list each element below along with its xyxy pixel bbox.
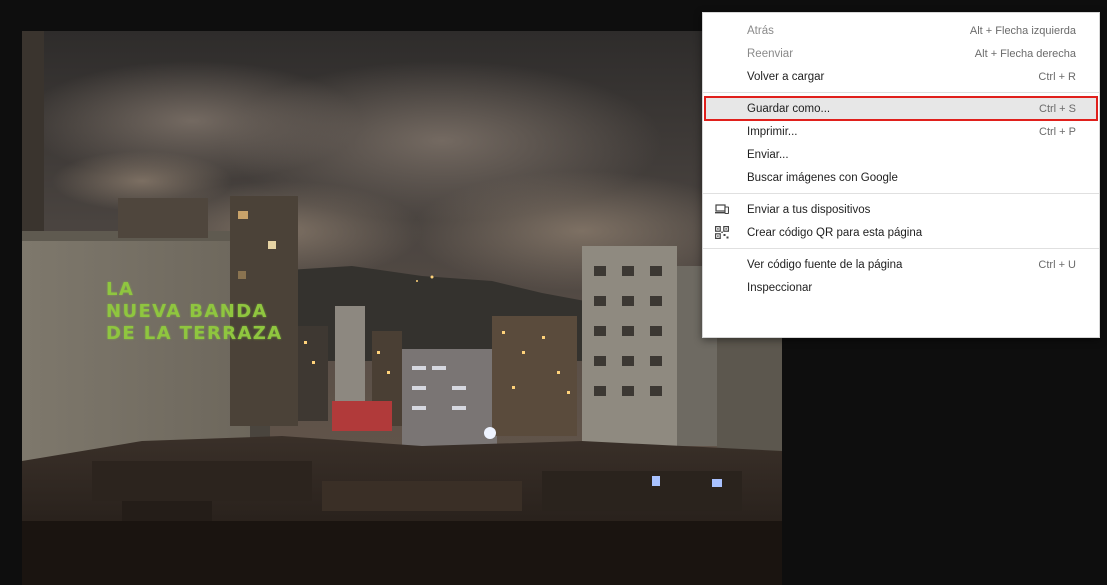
devices-icon: [715, 203, 730, 216]
menu-item-forward[interactable]: Reenviar Alt + Flecha derecha: [703, 42, 1099, 65]
menu-item-label: Enviar...: [747, 148, 789, 161]
menu-item-label: Guardar como...: [747, 102, 831, 115]
menu-item-inspect[interactable]: Inspeccionar: [703, 276, 1099, 299]
menu-item-view-source[interactable]: Ver código fuente de la página Ctrl + U: [703, 253, 1099, 276]
menu-separator: [703, 92, 1099, 93]
menu-item-send-to-devices[interactable]: Enviar a tus dispositivos: [703, 198, 1099, 221]
menu-item-send[interactable]: Enviar...: [703, 143, 1099, 166]
menu-item-shortcut: Alt + Flecha derecha: [974, 47, 1076, 60]
menu-item-shortcut: Ctrl + P: [1039, 125, 1076, 138]
menu-item-shortcut: Ctrl + U: [1038, 258, 1076, 271]
mural-line-3: DE LA TERRAZA: [106, 323, 283, 344]
mural-line-2: NUEVA BANDA: [106, 301, 268, 322]
menu-item-back[interactable]: Atrás Alt + Flecha izquierda: [703, 19, 1099, 42]
context-menu: Atrás Alt + Flecha izquierda Reenviar Al…: [702, 12, 1100, 338]
menu-item-shortcut: Alt + Flecha izquierda: [969, 24, 1076, 37]
screen: LA NUEVA BANDA DE LA TERRAZA Atrás Alt +…: [0, 0, 1107, 585]
menu-item-label: Imprimir...: [747, 125, 798, 138]
menu-item-label: Volver a cargar: [747, 70, 825, 83]
menu-item-shortcut: Ctrl + R: [1038, 70, 1076, 83]
menu-item-shortcut: Ctrl + S: [1039, 102, 1076, 115]
menu-item-label: Atrás: [747, 24, 774, 37]
menu-separator: [703, 248, 1099, 249]
menu-separator: [703, 193, 1099, 194]
menu-item-label: Enviar a tus dispositivos: [747, 203, 871, 216]
menu-item-label: Crear código QR para esta página: [747, 226, 923, 239]
menu-item-save-as[interactable]: Guardar como... Ctrl + S: [704, 96, 1098, 121]
city-night-photo[interactable]: LA NUEVA BANDA DE LA TERRAZA: [22, 31, 782, 585]
menu-item-reload[interactable]: Volver a cargar Ctrl + R: [703, 65, 1099, 88]
mural-line-1: LA: [106, 279, 135, 300]
menu-item-print[interactable]: Imprimir... Ctrl + P: [703, 120, 1099, 143]
menu-item-label: Reenviar: [747, 47, 794, 60]
menu-item-create-qr[interactable]: Crear código QR para esta página: [703, 221, 1099, 244]
menu-item-label: Ver código fuente de la página: [747, 258, 903, 271]
menu-item-label: Buscar imágenes con Google: [747, 171, 898, 184]
qr-code-icon: [715, 226, 730, 240]
menu-item-label: Inspeccionar: [747, 281, 813, 294]
menu-item-search-images-google[interactable]: Buscar imágenes con Google: [703, 166, 1099, 189]
